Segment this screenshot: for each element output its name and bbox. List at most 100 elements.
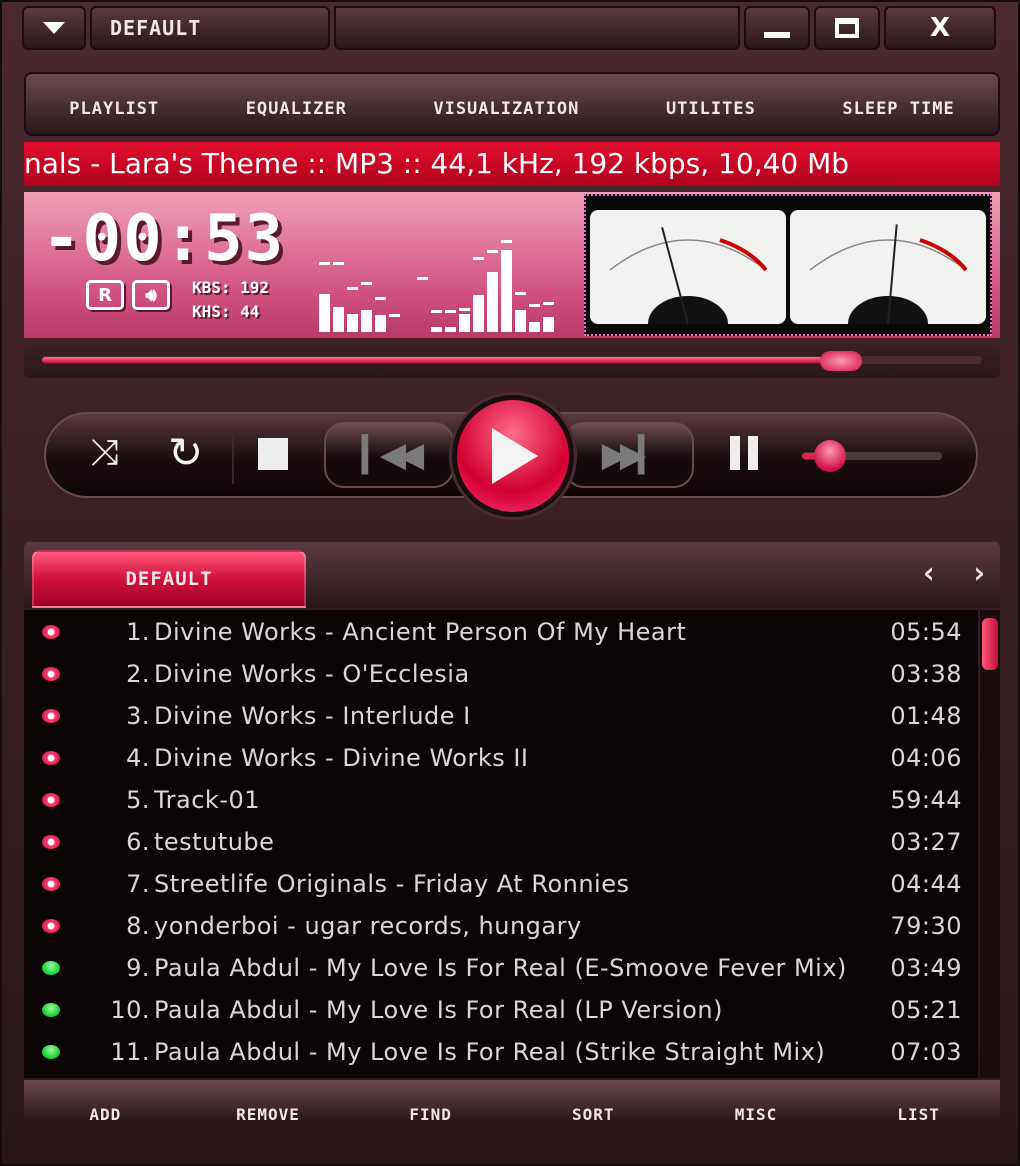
playlist-row[interactable]: 4. Divine Works - Divine Works II 04:06 xyxy=(24,737,978,779)
track-duration: 03:38 xyxy=(890,660,962,688)
track-duration: 03:27 xyxy=(890,828,962,856)
spectrum-bar xyxy=(487,272,498,332)
spectrum-bar xyxy=(445,327,456,332)
spectrum-peak xyxy=(417,277,428,280)
status-dot-icon xyxy=(42,751,60,765)
seek-progress xyxy=(42,357,841,363)
repeat-icon: ↻ xyxy=(168,428,204,477)
repeat-button[interactable]: ↻ xyxy=(168,428,203,477)
sort-button[interactable]: SORT xyxy=(533,1105,653,1124)
playlist-header: DEFAULT ‹ › xyxy=(24,542,1000,608)
volume-indicator[interactable]: 🔊︎ xyxy=(132,280,170,310)
playlist-row[interactable]: 9. Paula Abdul - My Love Is For Real (E-… xyxy=(24,947,978,989)
close-button[interactable]: X xyxy=(884,6,996,50)
seek-thumb[interactable] xyxy=(820,351,862,371)
track-title: Divine Works - Interlude I xyxy=(154,702,471,730)
track-title: Paula Abdul - My Love Is For Real (LP Ve… xyxy=(154,996,723,1024)
scrollbar-thumb[interactable] xyxy=(982,618,998,670)
menu-utilities[interactable]: UTILITES xyxy=(666,99,756,119)
spectrum-peak xyxy=(529,304,540,307)
misc-button[interactable]: MISC xyxy=(696,1105,816,1124)
list-button[interactable]: LIST xyxy=(859,1105,979,1124)
volume-thumb[interactable] xyxy=(814,440,846,472)
spectrum-bar xyxy=(529,322,540,332)
tab-prev-button[interactable]: ‹ xyxy=(920,556,939,591)
status-dot-icon xyxy=(42,1045,60,1059)
time-display[interactable]: -00:53 xyxy=(42,202,285,276)
track-number: 10. xyxy=(110,996,150,1024)
spectrum-analyzer xyxy=(319,240,554,332)
track-info-ticker: nals - Lara's Theme :: MP3 :: 44,1 kHz, … xyxy=(24,142,1000,186)
spectrum-bar xyxy=(543,317,554,332)
minimize-icon xyxy=(764,32,790,38)
find-button[interactable]: FIND xyxy=(371,1105,491,1124)
playlist-row[interactable]: 1. Divine Works - Ancient Person Of My H… xyxy=(24,611,978,653)
volume-slider[interactable] xyxy=(802,440,942,472)
track-duration: 01:48 xyxy=(890,702,962,730)
window-title[interactable]: DEFAULT xyxy=(90,6,330,50)
track-number: 9. xyxy=(126,954,150,982)
spectrum-peak xyxy=(347,287,358,290)
spectrum-peak xyxy=(501,240,512,243)
track-duration: 05:21 xyxy=(890,996,962,1024)
play-icon xyxy=(492,428,538,484)
tab-next-button[interactable]: › xyxy=(970,556,989,591)
spectrum-peak xyxy=(389,314,400,317)
status-dot-icon xyxy=(42,625,60,639)
play-button[interactable] xyxy=(449,392,577,520)
track-title: Divine Works - Divine Works II xyxy=(154,744,529,772)
shuffle-button[interactable]: ⤨ xyxy=(90,432,119,474)
spectrum-peak xyxy=(487,250,498,253)
menu-button[interactable] xyxy=(22,6,86,50)
spectrum-peak xyxy=(431,310,442,313)
playlist-row[interactable]: 7. Streetlife Originals - Friday At Ronn… xyxy=(24,863,978,905)
samplerate-label: KHS: 44 xyxy=(192,302,260,321)
playlist: 1. Divine Works - Ancient Person Of My H… xyxy=(24,610,978,1078)
next-icon: ▶▶▎ xyxy=(601,435,665,475)
playlist-row[interactable]: 8. yonderboi - ugar records, hungary 79:… xyxy=(24,905,978,947)
player-window: DEFAULT X PLAYLIST EQUALIZER VISUALIZATI… xyxy=(0,0,1020,1166)
spectrum-bar xyxy=(361,310,372,332)
spectrum-bar xyxy=(431,327,442,332)
minimize-button[interactable] xyxy=(744,6,810,50)
playlist-row[interactable]: 10. Paula Abdul - My Love Is For Real (L… xyxy=(24,989,978,1031)
playlist-row[interactable]: 2. Divine Works - O'Ecclesia 03:38 xyxy=(24,653,978,695)
menu-equalizer[interactable]: EQUALIZER xyxy=(246,99,347,119)
maximize-button[interactable] xyxy=(814,6,880,50)
pause-button[interactable] xyxy=(730,436,758,470)
track-title: Divine Works - Ancient Person Of My Hear… xyxy=(154,618,687,646)
playlist-row[interactable]: 3. Divine Works - Interlude I 01:48 xyxy=(24,695,978,737)
spectrum-peak xyxy=(375,297,386,300)
playlist-row[interactable]: 5. Track-01 59:44 xyxy=(24,779,978,821)
add-button[interactable]: ADD xyxy=(45,1105,165,1124)
status-dot-icon xyxy=(42,835,60,849)
repeat-indicator[interactable]: R xyxy=(86,280,124,310)
playlist-scrollbar[interactable] xyxy=(980,610,1000,1078)
stop-button[interactable] xyxy=(258,438,288,470)
vu-meters xyxy=(584,194,992,336)
seek-bar[interactable] xyxy=(24,344,1000,378)
playlist-row[interactable]: 6. testutube 03:27 xyxy=(24,821,978,863)
playlist-row[interactable]: 11. Paula Abdul - My Love Is For Real (S… xyxy=(24,1031,978,1073)
menu-playlist[interactable]: PLAYLIST xyxy=(69,99,159,119)
spectrum-bar xyxy=(333,307,344,332)
menu-sleep-time[interactable]: SLEEP TIME xyxy=(842,99,954,119)
status-dot-icon xyxy=(42,961,60,975)
title-drag-area[interactable] xyxy=(334,6,740,50)
main-menu: PLAYLIST EQUALIZER VISUALIZATION UTILITE… xyxy=(24,72,1000,136)
track-number: 8. xyxy=(126,912,150,940)
spectrum-peak xyxy=(333,262,344,265)
shuffle-icon: ⤨ xyxy=(90,432,119,473)
playlist-toolbar: ADD REMOVE FIND SORT MISC LIST xyxy=(24,1080,1000,1148)
remove-button[interactable]: REMOVE xyxy=(208,1105,328,1124)
track-number: 7. xyxy=(126,870,150,898)
spectrum-bar xyxy=(473,295,484,332)
menu-visualization[interactable]: VISUALIZATION xyxy=(433,99,579,119)
track-number: 1. xyxy=(126,618,150,646)
next-button[interactable]: ▶▶▎ xyxy=(564,422,694,488)
playlist-tab-default[interactable]: DEFAULT xyxy=(32,550,306,608)
previous-button[interactable]: ▎◀◀ xyxy=(324,422,454,488)
track-number: 11. xyxy=(110,1038,150,1066)
track-title: Track-01 xyxy=(154,786,260,814)
triangle-down-icon xyxy=(43,22,65,34)
